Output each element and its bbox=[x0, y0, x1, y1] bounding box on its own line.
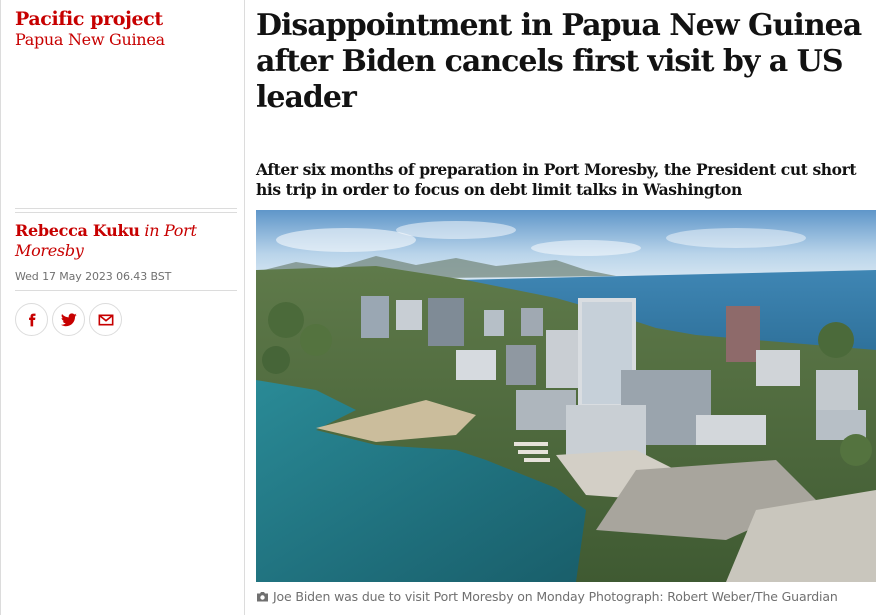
email-icon bbox=[98, 314, 113, 325]
series-subtitle[interactable]: Papua New Guinea bbox=[15, 30, 237, 50]
camera-icon bbox=[256, 590, 269, 605]
meta-block: Rebecca Kuku in Port Moresby Wed 17 May … bbox=[15, 208, 237, 336]
share-facebook-button[interactable] bbox=[15, 303, 48, 336]
port-moresby-aerial-photo bbox=[256, 210, 876, 582]
series-title[interactable]: Pacific project bbox=[15, 8, 237, 30]
meta-rule-bottom bbox=[15, 290, 237, 291]
publish-date: Wed 17 May 2023 06.43 BST bbox=[15, 270, 172, 283]
author-link[interactable]: Rebecca Kuku bbox=[15, 221, 140, 240]
column-divider bbox=[244, 0, 245, 615]
series-header: Pacific project Papua New Guinea bbox=[15, 8, 237, 50]
share-email-button[interactable] bbox=[89, 303, 122, 336]
photo-caption-text: Joe Biden was due to visit Port Moresby … bbox=[273, 589, 838, 604]
share-buttons bbox=[15, 303, 237, 336]
twitter-icon bbox=[60, 312, 77, 326]
photo-caption: Joe Biden was due to visit Port Moresby … bbox=[256, 589, 881, 605]
article-headline: Disappointment in Papua New Guinea after… bbox=[256, 8, 862, 115]
meta-rule-top bbox=[15, 208, 237, 209]
facebook-icon bbox=[28, 313, 35, 326]
share-twitter-button[interactable] bbox=[52, 303, 85, 336]
main-photo[interactable] bbox=[256, 210, 876, 582]
byline: Rebecca Kuku in Port Moresby bbox=[15, 221, 237, 261]
article-page: Pacific project Papua New Guinea Rebecca… bbox=[0, 0, 885, 615]
meta-rule-top-2 bbox=[15, 212, 237, 213]
article-standfirst: After six months of preparation in Port … bbox=[256, 160, 857, 199]
